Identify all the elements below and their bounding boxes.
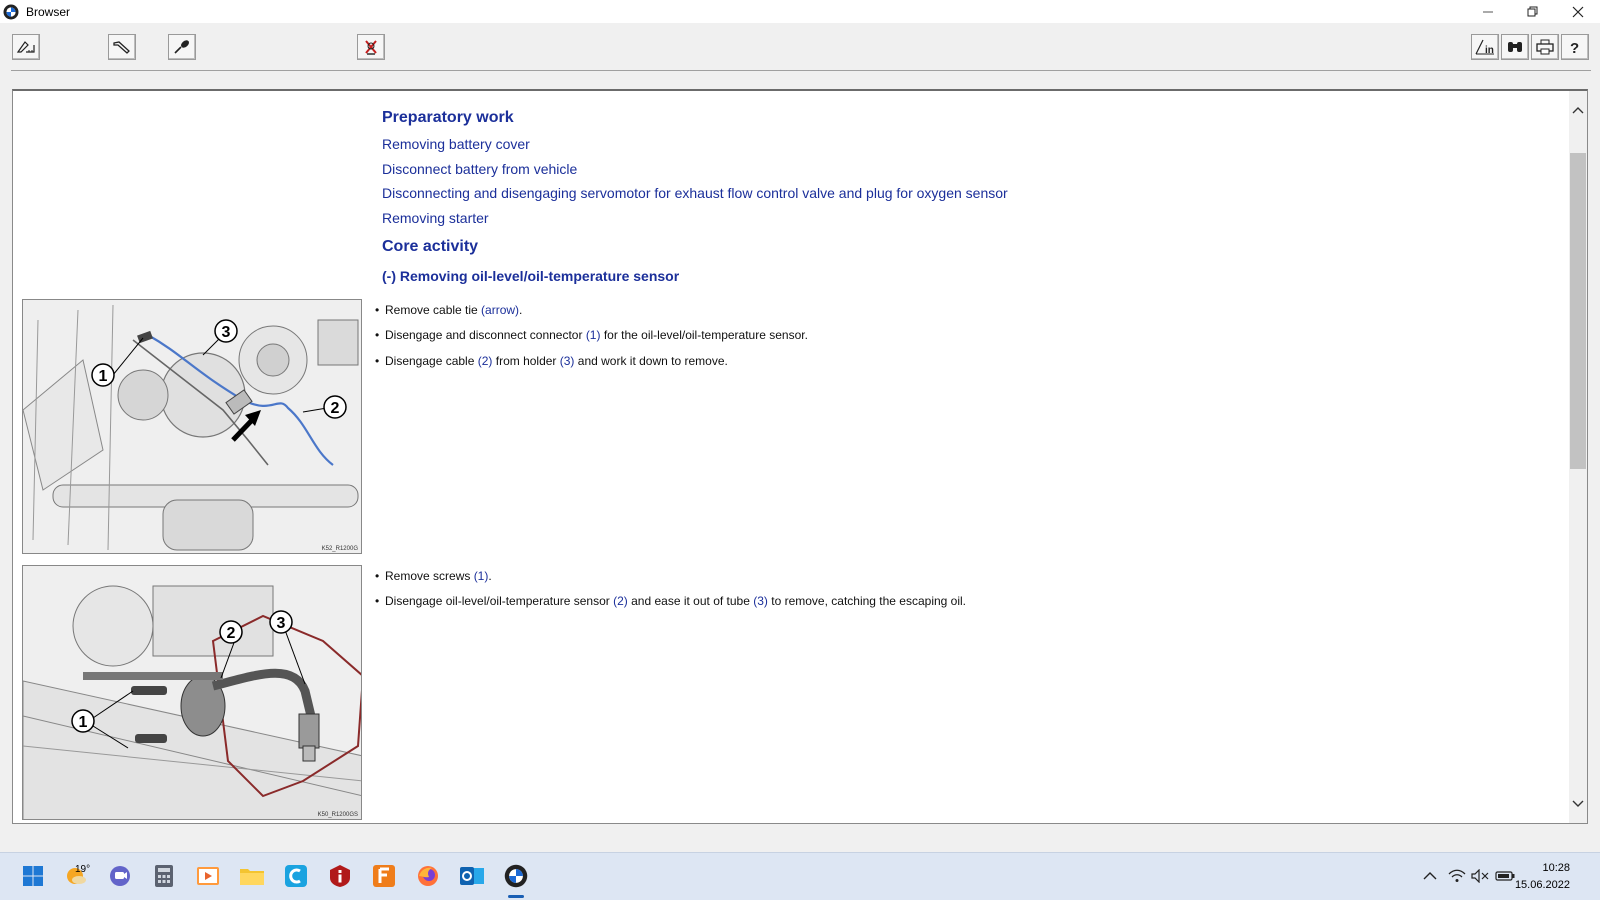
document-viewer: Preparatory work Removing battery cover … bbox=[12, 89, 1588, 824]
figure-2-illustration: 1 2 3 K50_R1200GS bbox=[22, 565, 362, 820]
info-button[interactable]: in bbox=[1471, 34, 1499, 60]
info-pen-icon: in bbox=[1475, 39, 1494, 56]
bmw-browser-taskbar-button[interactable] bbox=[503, 863, 529, 889]
chevron-up-icon bbox=[1423, 872, 1437, 880]
c-app-icon bbox=[285, 865, 307, 887]
step-disengage-sensor: • Disengage oil-level/oil-temperature sen… bbox=[375, 594, 967, 608]
callout-1: 1 bbox=[79, 714, 88, 731]
restore-icon bbox=[1527, 6, 1537, 16]
hazard-button[interactable] bbox=[357, 34, 385, 60]
info-app-button[interactable] bbox=[327, 863, 353, 889]
bmw-logo-icon bbox=[504, 864, 528, 888]
bmw-logo-icon bbox=[3, 4, 19, 19]
clock-date[interactable]: 15.06.2022 bbox=[1515, 879, 1570, 891]
figure-1-caption: K52_R1200G bbox=[322, 546, 359, 552]
step-disengage-cable: • Disengage cable (2) from holder (3) and… bbox=[375, 354, 728, 368]
preparatory-heading: Preparatory work bbox=[382, 109, 514, 126]
link-disconnect-battery[interactable]: Disconnect battery from vehicle bbox=[382, 161, 577, 177]
weather-temperature: 19° bbox=[75, 864, 91, 875]
f-app-icon bbox=[373, 865, 395, 887]
outlook-button[interactable] bbox=[459, 863, 485, 889]
chevron-up-icon bbox=[1572, 107, 1584, 114]
step-remove-screws: • Remove screws (1). bbox=[375, 569, 492, 583]
torque-button[interactable] bbox=[168, 34, 196, 60]
calculator-button[interactable] bbox=[151, 863, 177, 889]
figure-1-illustration: 1 2 3 K52_R1200G bbox=[22, 299, 362, 554]
callout-2: 2 bbox=[227, 625, 236, 642]
ccleaner-button[interactable] bbox=[283, 863, 309, 889]
core-activity-heading: Core activity bbox=[382, 238, 479, 255]
firefox-icon bbox=[418, 866, 438, 886]
windows-logo-icon bbox=[23, 866, 43, 886]
figure-2-caption: K50_R1200GS bbox=[318, 812, 358, 818]
window-controls bbox=[1465, 0, 1600, 23]
hazard-icon bbox=[365, 40, 377, 55]
volume-button[interactable] bbox=[1470, 865, 1490, 887]
help-icon: ? bbox=[1570, 40, 1579, 55]
close-button[interactable] bbox=[1555, 0, 1600, 23]
print-button[interactable] bbox=[1531, 34, 1559, 60]
media-player-button[interactable] bbox=[195, 863, 221, 889]
minimize-button[interactable] bbox=[1465, 0, 1510, 23]
callout-2: 2 bbox=[331, 400, 340, 417]
document-content: Preparatory work Removing battery cover … bbox=[13, 91, 1569, 823]
firefox-button[interactable] bbox=[415, 863, 441, 889]
restore-button[interactable] bbox=[1510, 0, 1555, 23]
link-removing-battery-cover[interactable]: Removing battery cover bbox=[382, 136, 530, 152]
wifi-button[interactable] bbox=[1447, 865, 1467, 887]
tray-overflow-button[interactable] bbox=[1420, 865, 1440, 887]
volume-muted-icon bbox=[1471, 869, 1489, 883]
screwdriver-icon bbox=[174, 40, 189, 54]
vehicle-view-button[interactable] bbox=[12, 34, 40, 60]
f-app-button[interactable] bbox=[371, 863, 397, 889]
callout-3: 3 bbox=[222, 324, 231, 341]
wifi-icon bbox=[1448, 869, 1466, 882]
svg-text:?: ? bbox=[1570, 40, 1579, 55]
active-app-indicator bbox=[508, 895, 524, 898]
scroll-down-button[interactable] bbox=[1569, 795, 1587, 813]
title-bar: Browser bbox=[0, 0, 1600, 23]
link-disconnect-servomotor[interactable]: Disconnecting and disengaging servomotor… bbox=[382, 185, 1008, 201]
scroll-up-button[interactable] bbox=[1569, 101, 1587, 119]
file-explorer-button[interactable] bbox=[239, 863, 265, 889]
tool-button[interactable] bbox=[108, 34, 136, 60]
minimize-icon bbox=[1482, 11, 1493, 12]
battery-icon bbox=[1495, 871, 1515, 881]
media-player-icon bbox=[197, 867, 219, 885]
link-removing-starter[interactable]: Removing starter bbox=[382, 210, 489, 226]
outlook-icon bbox=[460, 867, 484, 885]
taskbar: 19° 10:28 15.06.2022 bbox=[0, 852, 1600, 900]
window-title: Browser bbox=[26, 4, 71, 19]
engine-drawing-2: 1 2 3 K50_R1200GS bbox=[23, 566, 361, 819]
clock-time[interactable]: 10:28 bbox=[1542, 862, 1570, 874]
scrollbar-thumb[interactable] bbox=[1570, 153, 1586, 469]
svg-text:in: in bbox=[1485, 45, 1494, 56]
info-shield-icon bbox=[330, 865, 350, 887]
callout-3: 3 bbox=[277, 615, 286, 632]
teams-chat-button[interactable] bbox=[107, 863, 133, 889]
callout-1: 1 bbox=[99, 368, 108, 385]
toolbar-separator bbox=[11, 70, 1591, 71]
printer-icon bbox=[1536, 39, 1554, 55]
pencil-ruler-icon bbox=[16, 41, 35, 53]
step-disconnect-connector: • Disengage and disconnect connector (1) … bbox=[375, 328, 808, 342]
start-button[interactable] bbox=[20, 863, 46, 889]
step-remove-cable-tie: • Remove cable tie (arrow). bbox=[375, 303, 523, 317]
engine-drawing-1: 1 2 3 K52_R1200G bbox=[23, 300, 361, 553]
binoculars-icon bbox=[1508, 42, 1522, 52]
calculator-icon bbox=[155, 865, 173, 887]
wrench-icon bbox=[113, 41, 130, 54]
battery-button[interactable] bbox=[1495, 865, 1515, 887]
close-icon bbox=[1572, 6, 1583, 17]
help-button[interactable]: ? bbox=[1561, 34, 1589, 60]
core-subheading: (-) Removing oil-level/oil-temperature s… bbox=[382, 268, 680, 284]
chevron-down-icon bbox=[1572, 800, 1584, 807]
chat-icon bbox=[110, 866, 130, 886]
vertical-scrollbar[interactable] bbox=[1569, 91, 1587, 823]
search-button[interactable] bbox=[1501, 34, 1529, 60]
folder-icon bbox=[240, 869, 264, 885]
toolbar: in ? bbox=[0, 23, 1600, 73]
